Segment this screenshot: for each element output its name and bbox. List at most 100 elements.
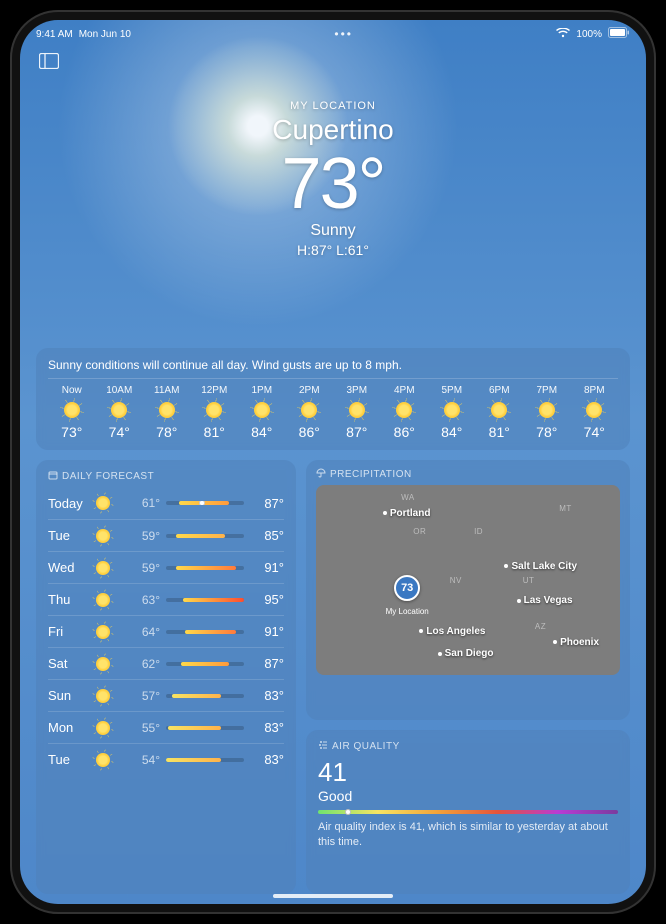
- temp-range-bar: [166, 566, 244, 570]
- hourly-item[interactable]: 6PM81°: [476, 385, 524, 440]
- day-label: Sun: [48, 688, 90, 703]
- daily-row[interactable]: Sun57°83°: [48, 679, 284, 711]
- day-low: 59°: [126, 561, 160, 575]
- hourly-item[interactable]: Now73°: [48, 385, 96, 440]
- hourly-item[interactable]: 5PM84°: [428, 385, 476, 440]
- sun-icon: [64, 402, 80, 418]
- daily-row[interactable]: Tue54°83°: [48, 743, 284, 775]
- hourly-item[interactable]: 10AM 74°: [96, 385, 144, 440]
- sun-icon: [206, 402, 222, 418]
- precipitation-title: PRECIPITATION: [330, 469, 412, 480]
- screen: 9:41 AM Mon Jun 10 ••• 100% MY LOCATION …: [20, 20, 646, 904]
- sun-icon: [396, 402, 412, 418]
- sidebar-toggle-button[interactable]: [38, 52, 60, 70]
- status-time: 9:41 AM: [36, 29, 73, 40]
- status-date: Mon Jun 10: [79, 29, 131, 40]
- map-city-label: Salt Lake City: [504, 561, 577, 572]
- multitask-dots-icon[interactable]: •••: [334, 27, 353, 41]
- map-state-label: ID: [474, 527, 483, 536]
- hour-temp: 74°: [584, 424, 605, 440]
- aqi-scale: [318, 810, 618, 814]
- hourly-item[interactable]: 11AM78°: [143, 385, 191, 440]
- day-high: 91°: [250, 560, 284, 575]
- temp-range-bar: [166, 534, 244, 538]
- aqi-icon: [318, 740, 328, 753]
- home-indicator[interactable]: [273, 894, 393, 898]
- daily-row[interactable]: Today61°87°: [48, 487, 284, 519]
- hour-temp: 84°: [251, 424, 272, 440]
- hourly-summary: Sunny conditions will continue all day. …: [48, 358, 618, 379]
- air-quality-title: AIR QUALITY: [332, 741, 400, 752]
- temp-range-bar: [166, 501, 244, 505]
- aqi-word: Good: [318, 788, 618, 804]
- daily-forecast-panel[interactable]: DAILY FORECAST Today61°87°Tue59°85°Wed59…: [36, 460, 296, 894]
- hour-time: 6PM: [489, 385, 510, 396]
- map-state-label: OR: [413, 527, 426, 536]
- hourly-item[interactable]: 4PM 86°: [381, 385, 429, 440]
- hour-time: 3PM: [346, 385, 367, 396]
- day-label: Today: [48, 496, 90, 511]
- temp-range-bar: [166, 630, 244, 634]
- sun-icon: [539, 402, 555, 418]
- sun-icon: [96, 657, 110, 671]
- day-label: Mon: [48, 720, 90, 735]
- day-low: 64°: [126, 625, 160, 639]
- day-low: 55°: [126, 721, 160, 735]
- sun-icon: [159, 402, 175, 418]
- day-high: 83°: [250, 688, 284, 703]
- day-high: 83°: [250, 720, 284, 735]
- hour-time: 2PM: [299, 385, 320, 396]
- daily-row[interactable]: Wed59°91°: [48, 551, 284, 583]
- hourly-item[interactable]: 12PM81°: [191, 385, 239, 440]
- hourly-forecast-panel[interactable]: Sunny conditions will continue all day. …: [36, 348, 630, 450]
- map-city-label: Portland: [383, 508, 431, 519]
- hour-time: Now: [62, 385, 82, 396]
- daily-row[interactable]: Fri64°91°: [48, 615, 284, 647]
- daily-row[interactable]: Sat62°87°: [48, 647, 284, 679]
- precipitation-panel[interactable]: PRECIPITATION WAORIDMTNVUTAZPortlandSalt…: [306, 460, 630, 720]
- sun-icon: [349, 402, 365, 418]
- hourly-item[interactable]: 8PM 74°: [571, 385, 619, 440]
- map-city-label: San Diego: [438, 648, 494, 659]
- high-low: H:87° L:61°: [20, 242, 646, 258]
- sun-icon: [96, 529, 110, 543]
- daily-row[interactable]: Tue59°85°: [48, 519, 284, 551]
- aqi-value: 41: [318, 757, 618, 788]
- map-location-pin[interactable]: 73: [394, 575, 420, 601]
- hourly-item[interactable]: 3PM87°: [333, 385, 381, 440]
- day-label: Fri: [48, 624, 90, 639]
- map-city-label: Los Angeles: [419, 626, 485, 637]
- hour-temp: 84°: [441, 424, 462, 440]
- air-quality-panel[interactable]: AIR QUALITY 41 Good Air quality index is…: [306, 730, 630, 894]
- sun-icon: [96, 753, 110, 767]
- aqi-marker: [345, 809, 351, 815]
- day-low: 59°: [126, 529, 160, 543]
- sun-icon: [96, 593, 110, 607]
- daily-row[interactable]: Thu63°95°: [48, 583, 284, 615]
- map-state-label: AZ: [535, 622, 546, 631]
- day-high: 83°: [250, 752, 284, 767]
- daily-row[interactable]: Mon 55° 83°: [48, 711, 284, 743]
- hourly-item[interactable]: 1PM84°: [238, 385, 286, 440]
- ipad-frame: 9:41 AM Mon Jun 10 ••• 100% MY LOCATION …: [10, 10, 656, 914]
- sun-icon: [586, 402, 602, 418]
- day-low: 63°: [126, 593, 160, 607]
- hour-temp: 86°: [394, 424, 415, 440]
- precipitation-map[interactable]: WAORIDMTNVUTAZPortlandSalt Lake CityLas …: [316, 485, 620, 675]
- map-city-label: Phoenix: [553, 637, 599, 648]
- sun-icon: [444, 402, 460, 418]
- day-low: 54°: [126, 753, 160, 767]
- hour-time: 8PM: [584, 385, 605, 396]
- hour-temp: 74°: [109, 424, 130, 440]
- day-low: 62°: [126, 657, 160, 671]
- day-high: 95°: [250, 592, 284, 607]
- hour-time: 4PM: [394, 385, 415, 396]
- daily-forecast-title: DAILY FORECAST: [62, 471, 154, 482]
- hour-time: 10AM: [106, 385, 132, 396]
- hour-temp: 81°: [204, 424, 225, 440]
- sun-icon: [96, 496, 110, 510]
- hourly-item[interactable]: 7PM78°: [523, 385, 571, 440]
- sun-icon: [96, 689, 110, 703]
- hourly-item[interactable]: 2PM86°: [286, 385, 334, 440]
- map-city-label: Las Vegas: [517, 595, 573, 606]
